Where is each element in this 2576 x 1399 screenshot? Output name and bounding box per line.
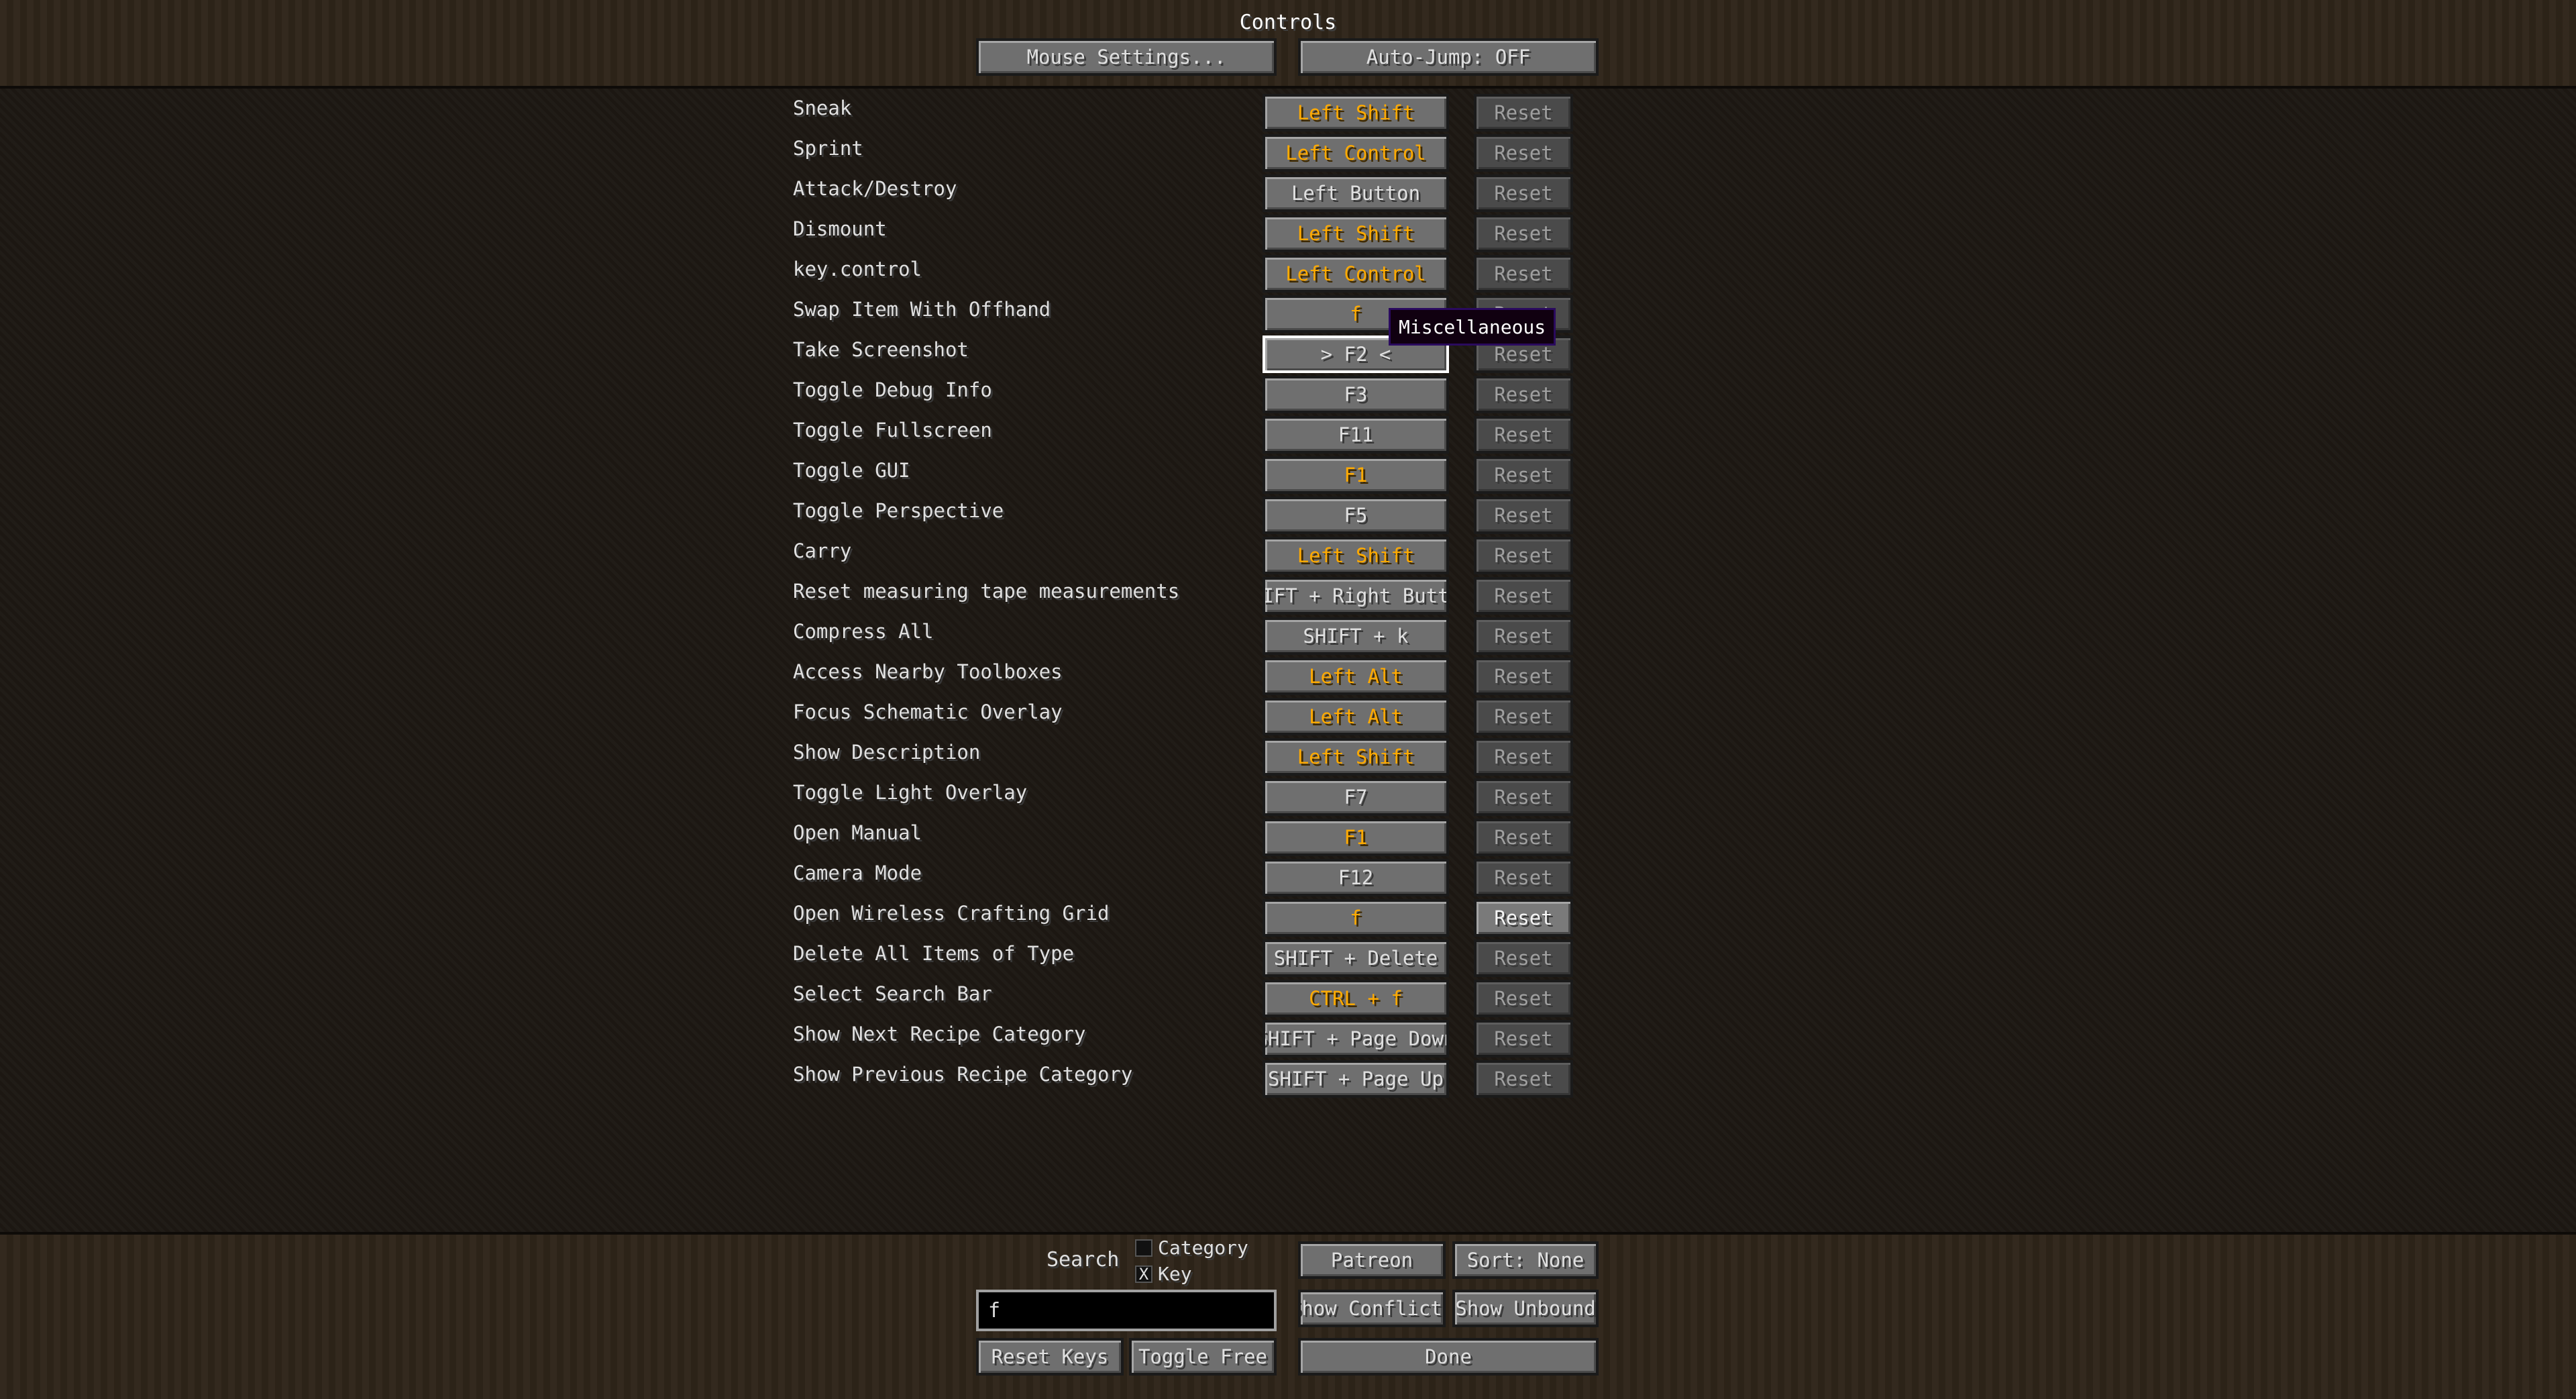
keybind-label: Carry — [793, 539, 852, 562]
keybind-key-button[interactable]: SHIFT + Right Button — [1263, 577, 1449, 615]
reset-keys-button[interactable]: Reset Keys — [976, 1338, 1124, 1376]
keybind-key-button[interactable]: Left Shift — [1263, 94, 1449, 132]
keybind-label: Sprint — [793, 137, 863, 160]
keybind-label: Toggle Light Overlay — [793, 781, 1028, 804]
keybind-label: Toggle GUI — [793, 459, 910, 482]
keybind-label: Select Search Bar — [793, 982, 992, 1005]
keybind-reset-button[interactable]: Reset — [1474, 738, 1573, 776]
keybind-reset-button[interactable]: Reset — [1474, 497, 1573, 534]
keybind-label: Toggle Fullscreen — [793, 419, 992, 442]
keybind-label: Attack/Destroy — [793, 177, 957, 200]
keybind-label: Show Previous Recipe Category — [793, 1063, 1133, 1086]
keybind-key-button[interactable]: SHIFT + k — [1263, 617, 1449, 655]
keybind-reset-button[interactable]: Reset — [1474, 859, 1573, 896]
keybind-key-button[interactable]: Left Alt — [1263, 698, 1449, 735]
keybind-reset-button[interactable]: Reset — [1474, 819, 1573, 856]
done-button[interactable]: Done — [1298, 1338, 1599, 1376]
keybind-label: Show Description — [793, 741, 981, 764]
keybind-key-button[interactable]: F1 — [1263, 819, 1449, 856]
keybind-key-button[interactable]: CTRL + f — [1263, 980, 1449, 1017]
keybind-label: Compress All — [793, 620, 934, 643]
keybind-reset-button[interactable]: Reset — [1474, 1060, 1573, 1098]
keybind-reset-button[interactable]: Reset — [1474, 899, 1573, 937]
category-tooltip: Miscellaneous — [1389, 308, 1556, 346]
keybind-key-button[interactable]: Left Alt — [1263, 658, 1449, 695]
keybind-reset-button[interactable]: Reset — [1474, 537, 1573, 574]
keybind-key-button[interactable]: Left Shift — [1263, 738, 1449, 776]
sort-button[interactable]: Sort: None — [1452, 1241, 1599, 1279]
auto-jump-button[interactable]: Auto-Jump: OFF — [1298, 38, 1599, 76]
keybind-key-button[interactable]: F7 — [1263, 778, 1449, 816]
keybind-reset-button[interactable]: Reset — [1474, 698, 1573, 735]
page-title: Controls — [1239, 11, 1337, 34]
keybind-label: Take Screenshot — [793, 338, 969, 361]
keybind-label: Camera Mode — [793, 862, 922, 884]
key-checkbox[interactable]: X — [1135, 1265, 1152, 1283]
category-checkbox[interactable] — [1135, 1239, 1152, 1257]
keybind-reset-button[interactable]: Reset — [1474, 577, 1573, 615]
keybind-label: Open Manual — [793, 821, 922, 844]
search-label: Search — [1046, 1248, 1120, 1272]
keybind-key-button[interactable]: SHIFT + Delete — [1263, 939, 1449, 977]
show-unbound-button[interactable]: Show Unbound — [1452, 1290, 1599, 1327]
keybind-reset-button[interactable]: Reset — [1474, 215, 1573, 252]
keybind-key-button[interactable]: F3 — [1263, 376, 1449, 413]
keybind-reset-button[interactable]: Reset — [1474, 456, 1573, 494]
keybind-reset-button[interactable]: Reset — [1474, 658, 1573, 695]
keybind-key-button[interactable]: F12 — [1263, 859, 1449, 896]
keybind-key-button[interactable]: F1 — [1263, 456, 1449, 494]
mouse-settings-button[interactable]: Mouse Settings... — [976, 38, 1277, 76]
keybind-key-button[interactable]: F5 — [1263, 497, 1449, 534]
keybind-key-button[interactable]: Left Button — [1263, 174, 1449, 212]
keybind-reset-button[interactable]: Reset — [1474, 778, 1573, 816]
keybind-key-button[interactable]: SHIFT + Page Up — [1263, 1060, 1449, 1098]
keybind-label: key.control — [793, 258, 922, 280]
keybind-key-button[interactable]: Left Control — [1263, 255, 1449, 293]
keybind-label: Swap Item With Offhand — [793, 298, 1051, 321]
keybind-label: Show Next Recipe Category — [793, 1023, 1086, 1045]
keybind-label: Dismount — [793, 217, 887, 240]
keybind-label: Toggle Debug Info — [793, 378, 992, 401]
keybind-reset-button[interactable]: Reset — [1474, 939, 1573, 977]
keybind-label: Open Wireless Crafting Grid — [793, 902, 1110, 925]
toggle-free-button[interactable]: Toggle Free — [1129, 1338, 1277, 1376]
keybind-label: Delete All Items of Type — [793, 942, 1075, 965]
keybind-reset-button[interactable]: Reset — [1474, 94, 1573, 132]
keybind-reset-button[interactable]: Reset — [1474, 416, 1573, 454]
key-checkbox-label: Key — [1158, 1263, 1192, 1285]
search-input[interactable] — [976, 1290, 1277, 1331]
keybind-key-button[interactable]: Left Shift — [1263, 537, 1449, 574]
keybind-key-button[interactable]: f — [1263, 899, 1449, 937]
keybind-key-button[interactable]: SHIFT + Page Down — [1263, 1020, 1449, 1057]
patreon-button[interactable]: Patreon — [1298, 1241, 1446, 1279]
keybind-key-button[interactable]: Left Control — [1263, 134, 1449, 172]
keybind-key-button[interactable]: F11 — [1263, 416, 1449, 454]
keybind-reset-button[interactable]: Reset — [1474, 174, 1573, 212]
keybind-key-button[interactable]: Left Shift — [1263, 215, 1449, 252]
keybind-label: Access Nearby Toolboxes — [793, 660, 1063, 683]
category-checkbox-label: Category — [1158, 1237, 1248, 1259]
keybind-label: Sneak — [793, 97, 852, 119]
keybind-reset-button[interactable]: Reset — [1474, 376, 1573, 413]
keybind-label: Reset measuring tape measurements — [793, 580, 1180, 603]
show-conflicts-button[interactable]: Show Conflicts — [1298, 1290, 1446, 1327]
keybind-reset-button[interactable]: Reset — [1474, 134, 1573, 172]
keybind-reset-button[interactable]: Reset — [1474, 617, 1573, 655]
keybind-reset-button[interactable]: Reset — [1474, 255, 1573, 293]
keybind-label: Focus Schematic Overlay — [793, 701, 1063, 723]
footer-band — [0, 1232, 2576, 1399]
keybind-reset-button[interactable]: Reset — [1474, 1020, 1573, 1057]
keybind-reset-button[interactable]: Reset — [1474, 980, 1573, 1017]
keybind-label: Toggle Perspective — [793, 499, 1004, 522]
